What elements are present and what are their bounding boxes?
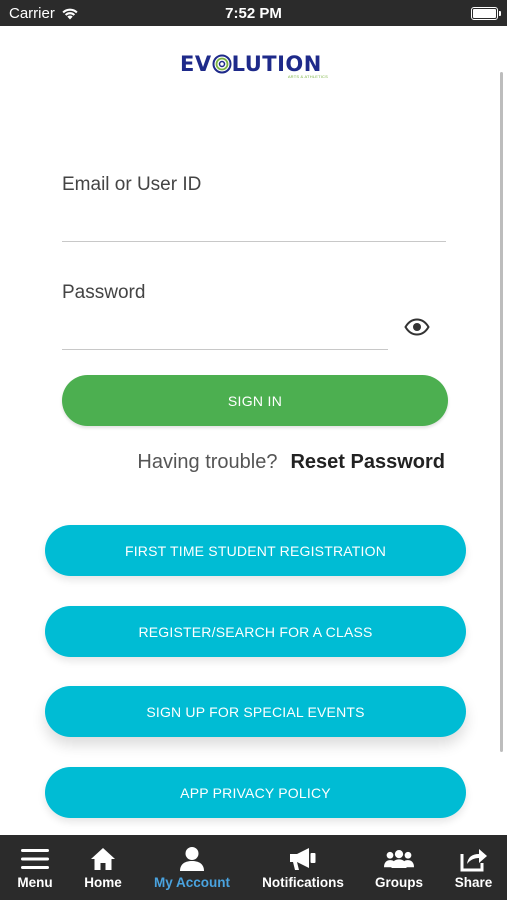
evolution-logo: EV LUTION ARTS & ATHLETICS (180, 52, 330, 84)
logo-wordmark: EV LUTION (180, 52, 322, 76)
tab-groups[interactable]: Groups (358, 835, 440, 900)
tab-menu[interactable]: Menu (0, 835, 70, 900)
tab-home-label: Home (84, 875, 122, 890)
share-icon (459, 845, 489, 873)
special-events-button[interactable]: SIGN UP FOR SPECIAL EVENTS (45, 686, 466, 737)
clock: 7:52 PM (225, 5, 282, 22)
password-label: Password (62, 282, 146, 303)
logo-text-end: LUTION (231, 52, 322, 76)
tab-menu-label: Menu (17, 875, 53, 890)
tab-home[interactable]: Home (70, 835, 136, 900)
menu-icon (20, 845, 50, 873)
tab-share-label: Share (454, 875, 493, 890)
home-icon (88, 845, 118, 873)
eye-icon[interactable] (404, 316, 430, 338)
sign-in-button[interactable]: SIGN IN (62, 375, 448, 426)
battery-icon (471, 7, 501, 20)
email-label: Email or User ID (62, 174, 202, 195)
status-bar: Carrier 7:52 PM (0, 0, 507, 26)
groups-icon (384, 845, 414, 873)
tab-my-account-label: My Account (153, 875, 230, 890)
email-field[interactable] (62, 212, 446, 242)
swirl-icon (212, 54, 232, 74)
tab-notifications[interactable]: Notifications (248, 835, 358, 900)
trouble-row: Having trouble? Reset Password (137, 451, 445, 474)
first-time-registration-button[interactable]: FIRST TIME STUDENT REGISTRATION (45, 525, 466, 576)
scrollbar[interactable] (500, 72, 503, 752)
trouble-text: Having trouble? (137, 451, 278, 473)
password-field[interactable] (62, 320, 388, 350)
reset-password-link[interactable]: Reset Password (290, 451, 445, 474)
logo-subtitle: ARTS & ATHLETICS (287, 74, 328, 79)
privacy-policy-button[interactable]: APP PRIVACY POLICY (45, 767, 466, 818)
megaphone-icon (288, 845, 318, 873)
tab-my-account[interactable]: My Account (136, 835, 248, 900)
tab-share[interactable]: Share (440, 835, 507, 900)
tab-notifications-label: Notifications (262, 875, 344, 890)
register-search-class-button[interactable]: REGISTER/SEARCH FOR A CLASS (45, 606, 466, 657)
tab-bar: Menu Home My Account Notifications Group… (0, 835, 507, 900)
account-icon (177, 845, 207, 873)
logo-text-start: EV (180, 52, 212, 76)
tab-groups-label: Groups (374, 875, 423, 890)
